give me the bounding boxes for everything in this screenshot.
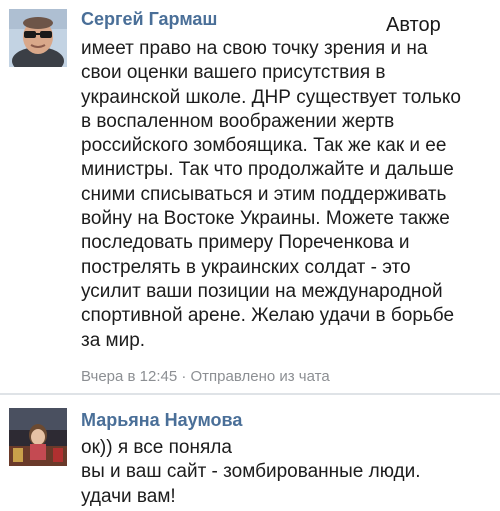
comment-text-line: в воспаленном воображении жертв xyxy=(81,110,395,132)
comment-text: имеет право на свою точку зрения и на св… xyxy=(81,37,492,353)
comment-text-line: ок)) я все поняла xyxy=(81,437,232,458)
comment-item: Сергей Гармаш Автор имеет право на свою … xyxy=(0,0,500,395)
comment-text-line: сними списываться и этим поддерживать xyxy=(81,183,447,205)
comment-text-line: имеет право на свою точку зрения и на xyxy=(81,38,428,59)
avatar-photo xyxy=(9,9,67,67)
comment-text-line: последовать примеру Пореченкова и xyxy=(81,232,410,254)
comment-text-line: пострелять в украинских солдат - это xyxy=(81,256,411,278)
comment-text-line: удачи вам! xyxy=(81,485,176,507)
comment-meta: Вчера в 12:45 · Отправлено из чата xyxy=(81,368,330,385)
avatar[interactable] xyxy=(9,9,67,67)
comment-text-line: российского зомбоящика. Так же как и ее xyxy=(81,135,447,157)
avatar[interactable] xyxy=(9,408,67,466)
author-badge: Автор xyxy=(386,14,441,36)
avatar-photo xyxy=(9,408,67,466)
comment-item: Марьяна Наумова ок)) я все поняла вы и в… xyxy=(0,396,500,511)
comment-text-line: усилит ваши позиции на международной xyxy=(81,280,443,302)
comment-author[interactable]: Марьяна Наумова xyxy=(81,410,242,431)
comment-text-line: войну на Востоке Украины. Можете также xyxy=(81,208,450,230)
comment-text-line: свои оценки вашего присутствия в xyxy=(81,62,386,84)
comment-text-line: спортивной арене. Желаю удачи в борьбе xyxy=(81,305,455,327)
comment-author[interactable]: Сергей Гармаш xyxy=(81,9,217,30)
comment-text-line: украинской школе. ДНР существует только xyxy=(81,86,461,108)
comment-text-line: за мир. xyxy=(81,329,146,351)
comment-text-line: вы и ваш сайт - зомбированные люди. xyxy=(81,461,421,483)
comment-divider xyxy=(0,393,500,395)
comment-text: ок)) я все поняла вы и ваш сайт - зомбир… xyxy=(81,436,492,509)
comment-text-line: министры. Так что продолжайте и дальше xyxy=(81,159,454,181)
